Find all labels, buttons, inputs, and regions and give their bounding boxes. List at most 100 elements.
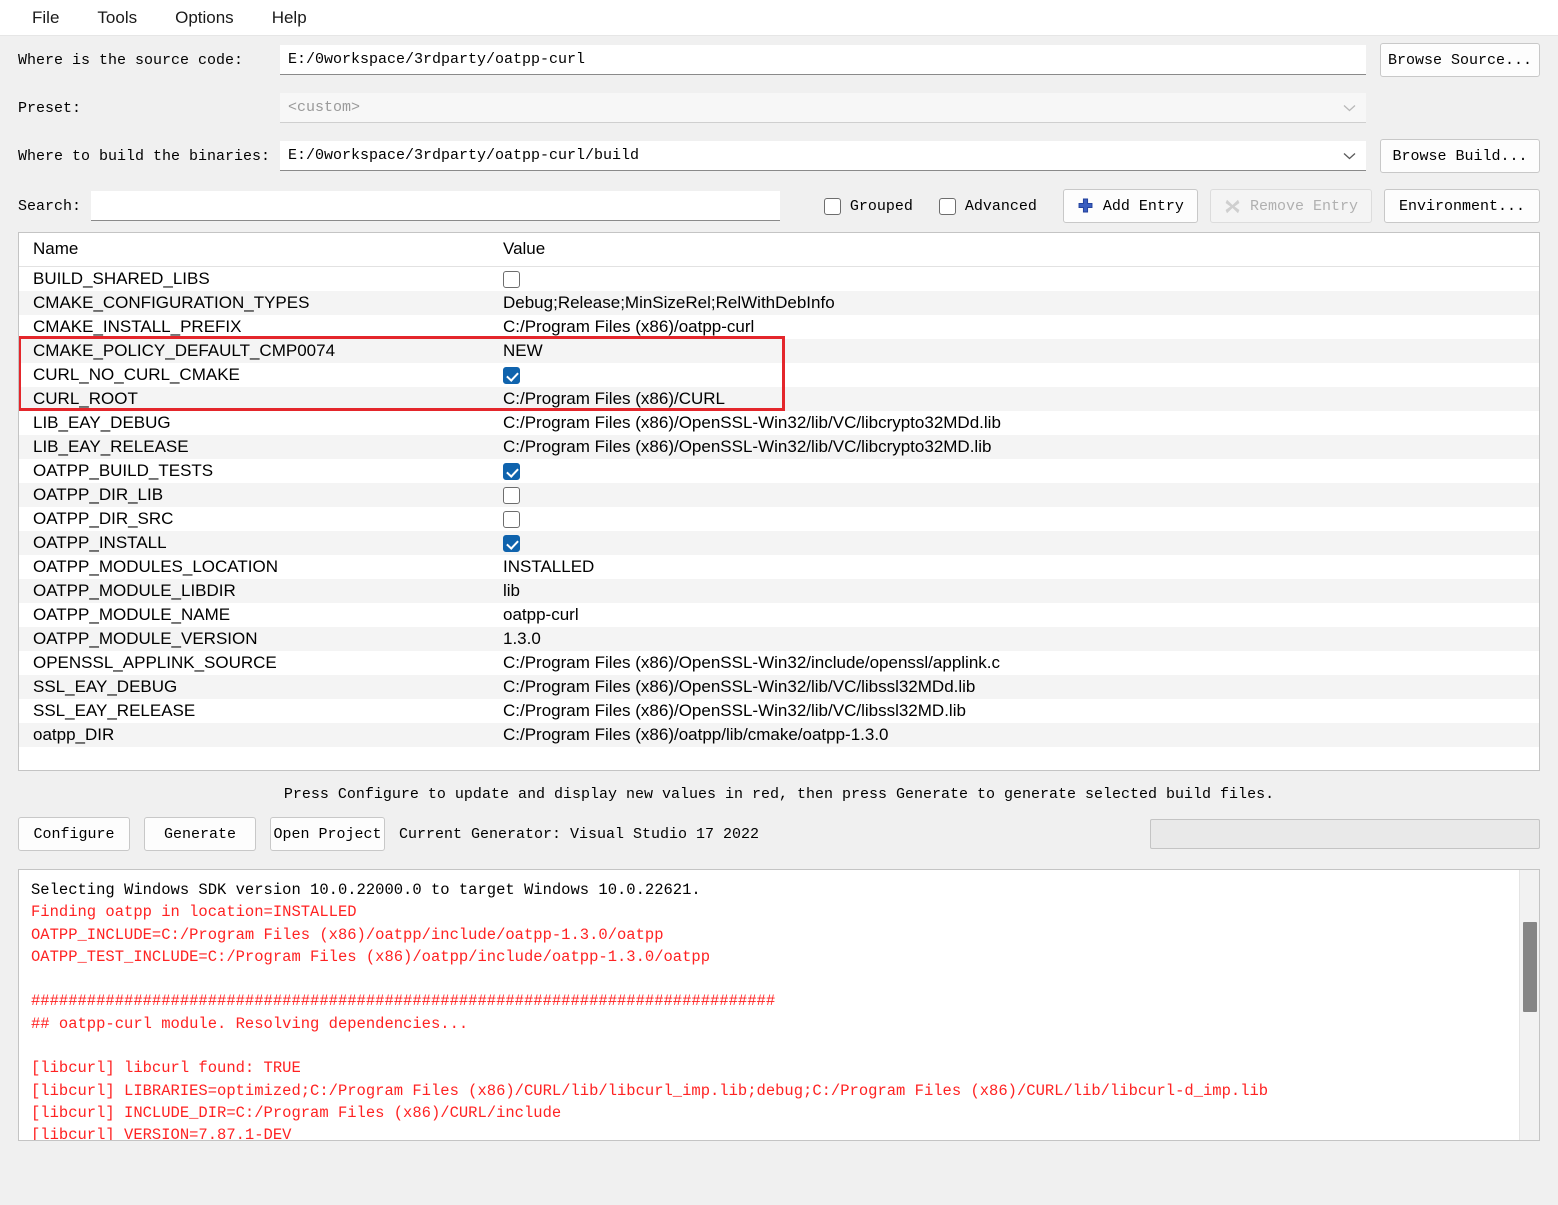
cache-entry-value[interactable]: 1.3.0 — [489, 627, 1539, 651]
table-row[interactable]: LIB_EAY_DEBUG C:/Program Files (x86)/Open… — [19, 411, 1539, 435]
cache-entry-name: OATPP_MODULE_NAME — [33, 605, 231, 624]
cache-entry-value[interactable]: NEW — [489, 339, 1539, 363]
log-line: [libcurl] libcurl found: TRUE — [31, 1059, 301, 1078]
table-row[interactable]: OATPP_MODULES_LOCATION INSTALLED — [19, 555, 1539, 579]
menu-options[interactable]: Options — [161, 5, 248, 31]
cache-entry-name: SSL_EAY_RELEASE — [33, 701, 196, 720]
table-row[interactable]: OATPP_DIR_LIB — [19, 483, 1539, 507]
log-line: Selecting Windows SDK version 10.0.22000… — [31, 881, 701, 899]
table-row[interactable]: SSL_EAY_RELEASE C:/Program Files (x86)/Op… — [19, 699, 1539, 723]
search-toolbar: Search: Grouped Advanced Add Entry Remov… — [0, 180, 1558, 232]
cache-entry-value[interactable]: C:/Program Files (x86)/CURL — [489, 387, 1539, 411]
log-scrollbar-thumb[interactable] — [1523, 922, 1537, 1012]
column-header-name[interactable]: Name — [19, 233, 489, 267]
table-row[interactable]: OATPP_BUILD_TESTS — [19, 459, 1539, 483]
cache-entry-name: CMAKE_CONFIGURATION_TYPES — [19, 291, 489, 315]
log-line: [libcurl] VERSION=7.87.1-DEV — [31, 1126, 292, 1141]
add-entry-label: Add Entry — [1102, 197, 1184, 215]
preset-select[interactable]: <custom> — [280, 93, 1366, 123]
cache-entry-name: OATPP_MODULE_LIBDIR — [19, 579, 489, 603]
cache-entry-checkbox[interactable] — [503, 463, 520, 481]
cache-entry-value[interactable]: Debug;Release;MinSizeRel;RelWithDebInfo — [489, 291, 1539, 315]
cache-entry-checkbox[interactable] — [503, 271, 520, 289]
path-form: Where is the source code: E:/0workspace/… — [0, 36, 1558, 180]
cache-entry-value[interactable]: C:/Program Files (x86)/OpenSSL-Win32/lib… — [489, 435, 1539, 459]
cache-entry-name: OATPP_BUILD_TESTS — [33, 461, 214, 480]
source-input[interactable]: E:/0workspace/3rdparty/oatpp-curl — [280, 45, 1366, 75]
table-row[interactable]: CMAKE_CONFIGURATION_TYPES Debug;Release;M… — [19, 291, 1539, 315]
advanced-label: Advanced — [964, 197, 1037, 215]
preset-row: Preset: <custom> — [18, 84, 1540, 132]
table-row[interactable]: OATPP_MODULE_LIBDIR lib — [19, 579, 1539, 603]
cache-entry-name: OPENSSL_APPLINK_SOURCE — [33, 653, 277, 672]
log-output-container[interactable]: Selecting Windows SDK version 10.0.22000… — [18, 869, 1540, 1141]
cache-entry-checkbox[interactable] — [503, 511, 520, 529]
checkbox-box — [938, 197, 956, 215]
column-header-value[interactable]: Value — [489, 233, 1539, 267]
browse-build-button[interactable]: Browse Build... — [1380, 139, 1540, 173]
cache-table-container[interactable]: Name Value BUILD_SHARED_LIBS CMAKE_CONFIG… — [18, 232, 1540, 771]
status-hint: Press Configure to update and display ne… — [283, 786, 1275, 803]
table-row[interactable]: CMAKE_INSTALL_PREFIX C:/Program Files (x8… — [19, 315, 1539, 339]
cache-entry-value[interactable] — [489, 267, 1539, 292]
menu-tools[interactable]: Tools — [83, 5, 151, 31]
grouped-label: Grouped — [849, 197, 913, 215]
preset-label: Preset: — [18, 99, 82, 117]
cache-entry-checkbox[interactable] — [503, 535, 520, 553]
table-row[interactable]: BUILD_SHARED_LIBS — [19, 267, 1539, 292]
cache-entry-value[interactable] — [489, 483, 1539, 507]
search-input[interactable] — [90, 191, 780, 221]
table-row[interactable]: CURL_NO_CURL_CMAKE — [19, 363, 1539, 387]
cache-entry-name: oatpp_DIR — [19, 723, 489, 747]
cache-entry-value[interactable] — [489, 531, 1539, 555]
table-row[interactable]: OPENSSL_APPLINK_SOURCE C:/Program Files (… — [19, 651, 1539, 675]
table-row[interactable]: CMAKE_POLICY_DEFAULT_CMP0074 NEW — [19, 339, 1539, 363]
cache-entry-value[interactable]: C:/Program Files (x86)/OpenSSL-Win32/lib… — [489, 675, 1539, 699]
cache-entry-value[interactable]: C:/Program Files (x86)/OpenSSL-Win32/inc… — [489, 651, 1539, 675]
action-bar: Configure Generate Open Project Current … — [0, 813, 1558, 855]
table-row[interactable]: oatpp_DIR C:/Program Files (x86)/oatpp/li… — [19, 723, 1539, 747]
cache-entry-value[interactable]: INSTALLED — [489, 555, 1539, 579]
grouped-checkbox[interactable]: Grouped — [823, 197, 913, 215]
cache-entry-value[interactable]: C:/Program Files (x86)/OpenSSL-Win32/lib… — [489, 699, 1539, 723]
cache-entry-value[interactable] — [489, 363, 1539, 387]
menu-help[interactable]: Help — [258, 5, 321, 31]
progress-bar — [1150, 819, 1540, 849]
plus-icon — [1078, 198, 1093, 212]
cache-entry-value[interactable]: C:/Program Files (x86)/OpenSSL-Win32/lib… — [489, 411, 1539, 435]
cache-entry-value[interactable]: oatpp-curl — [489, 603, 1539, 627]
cache-entry-value[interactable] — [489, 507, 1539, 531]
cache-entry-value[interactable]: C:/Program Files (x86)/oatpp-curl — [489, 315, 1539, 339]
add-entry-button[interactable]: Add Entry — [1062, 189, 1198, 223]
table-row[interactable]: OATPP_INSTALL — [19, 531, 1539, 555]
log-line: [libcurl] INCLUDE_DIR=C:/Program Files (… — [31, 1103, 562, 1122]
build-input[interactable]: E:/0workspace/3rdparty/oatpp-curl/build — [280, 141, 1366, 171]
cache-entry-checkbox[interactable] — [503, 487, 520, 505]
table-row[interactable]: OATPP_MODULE_VERSION 1.3.0 — [19, 627, 1539, 651]
table-row[interactable]: LIB_EAY_RELEASE C:/Program Files (x86)/Op… — [19, 435, 1539, 459]
environment-button[interactable]: Environment... — [1383, 189, 1540, 223]
table-row[interactable]: OATPP_DIR_SRC — [19, 507, 1539, 531]
open-project-button[interactable]: Open Project — [270, 817, 385, 851]
cache-entry-name: BUILD_SHARED_LIBS — [33, 269, 210, 288]
table-row[interactable]: OATPP_MODULE_NAME oatpp-curl — [19, 603, 1539, 627]
table-row[interactable]: CURL_ROOT C:/Program Files (x86)/CURL — [19, 387, 1539, 411]
cache-entry-value[interactable] — [489, 459, 1539, 483]
browse-source-button[interactable]: Browse Source... — [1380, 43, 1540, 77]
cache-entry-name: CMAKE_POLICY_DEFAULT_CMP0074 — [19, 339, 489, 363]
build-row: Where to build the binaries: E:/0workspa… — [18, 132, 1540, 180]
table-row[interactable]: SSL_EAY_DEBUG C:/Program Files (x86)/Open… — [19, 675, 1539, 699]
advanced-checkbox[interactable]: Advanced — [938, 197, 1037, 215]
cache-entry-value[interactable]: lib — [489, 579, 1539, 603]
menu-file[interactable]: File — [18, 5, 73, 31]
log-scrollbar[interactable] — [1519, 870, 1539, 1140]
cache-entry-checkbox[interactable] — [503, 367, 520, 385]
cache-entry-name: OATPP_DIR_LIB — [19, 483, 489, 507]
cache-entry-name: CMAKE_INSTALL_PREFIX — [33, 317, 242, 336]
generate-button[interactable]: Generate — [144, 817, 256, 851]
log-line: [libcurl] LIBRARIES=optimized;C:/Program… — [31, 1081, 1269, 1100]
checkbox-box — [823, 197, 841, 215]
cache-entry-value[interactable]: C:/Program Files (x86)/oatpp/lib/cmake/o… — [489, 723, 1539, 747]
configure-button[interactable]: Configure — [18, 817, 130, 851]
